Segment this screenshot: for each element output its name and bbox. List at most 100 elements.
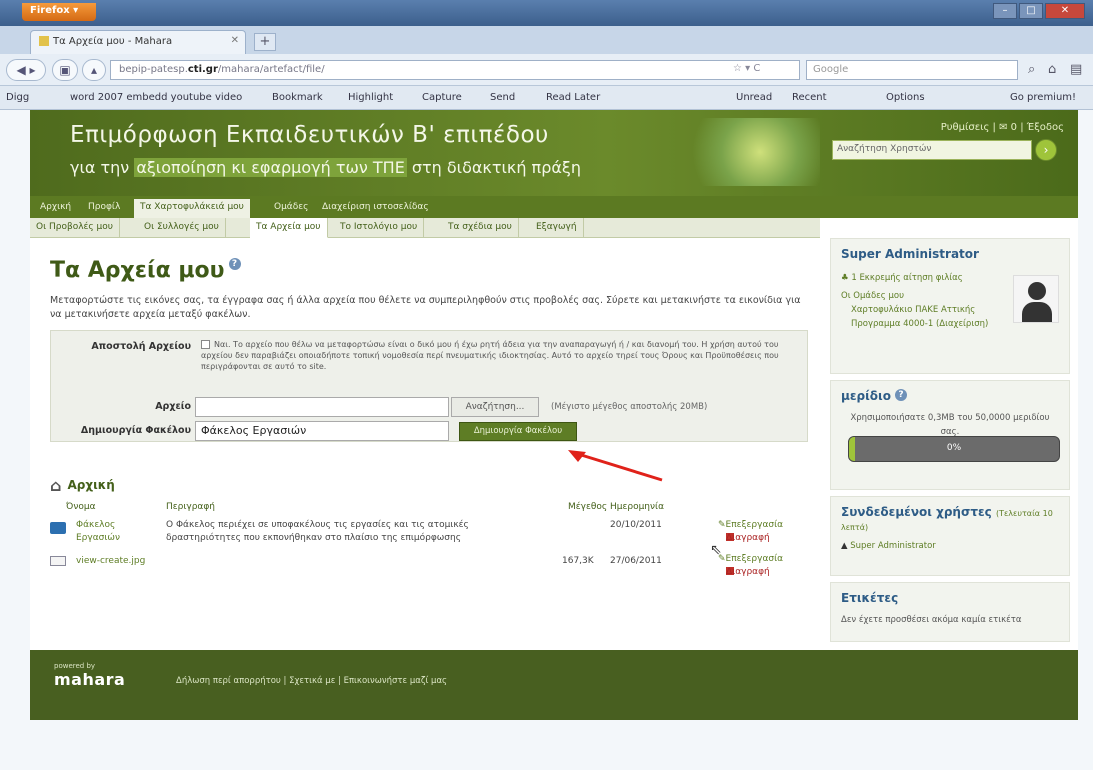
- row-name-line2[interactable]: Εργασιών: [76, 533, 120, 543]
- upload-label: Αποστολή Αρχείου: [91, 341, 191, 352]
- bookmark-read-later[interactable]: Read Later: [546, 92, 600, 103]
- edit-label: Επεξεργασία: [725, 520, 784, 530]
- footer-links[interactable]: Δήλωση περί απορρήτου | Σχετικά με | Επι…: [176, 676, 447, 686]
- delete-label: Διαγραφή: [726, 533, 770, 543]
- quota-text: Χρησιμοποιήσατε 0,3MB του 50,0000 μεριδί…: [850, 413, 1050, 437]
- mahara-logo[interactable]: powered by mahara: [54, 662, 125, 689]
- new-tab-button[interactable]: +: [254, 33, 276, 51]
- online-title-text: Συνδεδεμένοι χρήστες: [841, 505, 992, 519]
- subnav-blog[interactable]: Το Ιστολόγιο μου: [334, 218, 425, 238]
- license-notice-text: Ναι. Το αρχείο που θέλω να μεταφορτώσω ε…: [201, 340, 779, 371]
- bookmark-word-video[interactable]: word 2007 embedd youtube video: [70, 92, 242, 103]
- bookmark-recent[interactable]: Recent: [792, 92, 827, 103]
- favicon-icon: [39, 36, 49, 46]
- nav-groups[interactable]: Ομάδες: [268, 199, 314, 218]
- search-go-icon[interactable]: ›: [1035, 139, 1057, 161]
- avatar[interactable]: [1013, 275, 1059, 323]
- subnav-views[interactable]: Οι Προβολές μου: [30, 218, 121, 238]
- reload-icon[interactable]: ☆ ▾ C: [733, 63, 760, 74]
- tags-block: Ετικέτες Δεν έχετε προσθέσει ακόμα καμία…: [830, 582, 1070, 642]
- subnav-plans[interactable]: Τα σχέδια μου: [442, 218, 519, 238]
- folder-name-input[interactable]: Φάκελος Εργασιών: [195, 421, 449, 441]
- subnav-export[interactable]: Εξαγωγή: [530, 218, 584, 238]
- close-window-icon[interactable]: ✕: [1045, 3, 1085, 19]
- col-date[interactable]: Ημερομηνία: [610, 502, 664, 512]
- create-folder-button[interactable]: Δημιουργία Φακέλου: [459, 422, 577, 441]
- tab-close-icon[interactable]: ✕: [231, 35, 239, 46]
- group-item[interactable]: Χαρτοφυλάκιο ΠΑΚΕ Αττικής Προγραμμα 4000…: [841, 303, 1011, 331]
- col-name[interactable]: Όνομα: [66, 502, 96, 512]
- main-navigation: Αρχική Προφίλ Τα Χαρτοφυλάκειά μου Ομάδε…: [30, 196, 1078, 218]
- license-notice: Ναι. Το αρχείο που θέλω να μεταφορτώσω ε…: [201, 339, 801, 372]
- row-name-line1[interactable]: Φάκελος: [76, 520, 115, 530]
- browser-search-input[interactable]: Google: [806, 60, 1018, 80]
- site-title: Επιμόρφωση Εκπαιδευτικών Β' επιπέδου: [70, 122, 549, 148]
- bookmark-digg[interactable]: Digg: [6, 92, 29, 103]
- home-icon: ⌂: [50, 476, 62, 495]
- nav-home[interactable]: Αρχική: [34, 199, 77, 218]
- subtitle-pre: για την: [70, 158, 135, 177]
- online-users-block: Συνδεδεμένοι χρήστες (Τελευταία 10 λεπτά…: [830, 496, 1070, 576]
- bookmark-send[interactable]: Send: [490, 92, 515, 103]
- bookmark-unread[interactable]: Unread: [736, 92, 772, 103]
- intro-text: Μεταφορτώστε τις εικόνες σας, τα έγγραφα…: [50, 295, 801, 320]
- quota-title: μερίδιο?: [841, 389, 1059, 403]
- minimize-icon[interactable]: –: [993, 3, 1017, 19]
- bookmark-highlight[interactable]: Highlight: [348, 92, 393, 103]
- quota-title-text: μερίδιο: [841, 389, 891, 403]
- nav-portfolio[interactable]: Τα Χαρτοφυλάκειά μου: [134, 199, 250, 218]
- maximize-icon[interactable]: □: [1019, 3, 1043, 19]
- search-icon[interactable]: ⌕: [1028, 62, 1035, 77]
- bookmarks-icon[interactable]: ▤: [1070, 62, 1082, 77]
- browse-button[interactable]: Αναζήτηση...: [451, 397, 539, 417]
- my-groups-link[interactable]: Οι Ομάδες μου: [841, 289, 1001, 303]
- edit-label: Επεξεργασία: [725, 554, 784, 564]
- create-folder-label: Δημιουργία Φακέλου: [80, 425, 191, 436]
- nav-site-admin[interactable]: Διαχείριση ιστοσελίδας: [316, 199, 435, 218]
- nav-profile[interactable]: Προφίλ: [82, 199, 126, 218]
- firefox-menu-button[interactable]: Firefox ▾: [22, 3, 96, 21]
- col-size[interactable]: Μέγεθος: [568, 502, 607, 512]
- back-button[interactable]: ◀ ▸: [6, 59, 46, 81]
- identity-icon[interactable]: ▴: [82, 59, 106, 81]
- logo-text: mahara: [54, 670, 126, 689]
- breadcrumb-home[interactable]: Αρχική: [67, 478, 114, 492]
- help-icon[interactable]: ?: [228, 258, 241, 270]
- pending-label: 1 Εκκρεμής αίτηση φιλίας: [851, 273, 963, 283]
- bookmarks-toolbar: Digg word 2007 embedd youtube video Book…: [0, 86, 1093, 110]
- home-icon[interactable]: ⌂: [1048, 62, 1056, 77]
- tags-title: Ετικέτες: [841, 591, 899, 605]
- bookmark-capture[interactable]: Capture: [422, 92, 462, 103]
- license-checkbox[interactable]: [201, 340, 210, 349]
- bookmark-go-premium[interactable]: Go premium!: [1010, 92, 1076, 103]
- file-input[interactable]: [195, 397, 449, 417]
- row-name-line1[interactable]: view-create.jpg: [76, 556, 145, 566]
- user-search-placeholder: Αναζήτηση Χρηστών: [837, 144, 932, 154]
- subnav-collections[interactable]: Οι Συλλογές μου: [138, 218, 226, 238]
- subtitle-highlight: αξιοποίηση κι εφαρμογή των ΤΠΕ: [134, 158, 407, 177]
- upload-form: Αποστολή Αρχείου Ναι. Το αρχείο που θέλω…: [50, 330, 808, 442]
- edit-link[interactable]: ✎ Επεξεργασία: [718, 520, 783, 530]
- window-controls: – □ ✕: [993, 3, 1085, 19]
- bookmark-options[interactable]: Options: [886, 92, 925, 103]
- page-menu-icon[interactable]: ▣: [52, 59, 78, 81]
- tab-title: Τα Αρχεία μου - Mahara: [53, 36, 173, 47]
- url-bar[interactable]: bepip-patesp.cti.gr/mahara/artefact/file…: [110, 60, 800, 80]
- col-description[interactable]: Περιγραφή: [166, 502, 215, 512]
- window-titlebar: Firefox ▾ – □ ✕: [0, 0, 1093, 26]
- site-header: Επιμόρφωση Εκπαιδευτικών Β' επιπέδου για…: [30, 110, 1078, 196]
- subnav-files[interactable]: Τα Αρχεία μου: [250, 218, 328, 238]
- profile-block: Super Administrator ♣ 1 Εκκρεμής αίτηση …: [830, 238, 1070, 374]
- navigation-toolbar: ◀ ▸ ▣ ▴ bepip-patesp.cti.gr/mahara/artef…: [0, 54, 1093, 86]
- row-description-line1: Ο Φάκελος περιέχει σε υποφακέλους τις ερ…: [166, 520, 469, 530]
- profile-name[interactable]: Super Administrator: [841, 247, 1059, 261]
- quota-progress-bar: 0%: [848, 436, 1060, 462]
- user-links[interactable]: Ρυθμίσεις | ✉ 0 | Έξοδος: [941, 122, 1064, 133]
- user-search-input[interactable]: Αναζήτηση Χρηστών: [832, 140, 1032, 160]
- browser-tab[interactable]: Τα Αρχεία μου - Mahara ✕: [30, 30, 246, 54]
- max-size-note: (Μέγιστο μέγεθος αποστολής 20MB): [551, 402, 708, 412]
- page-title: Τα Αρχεία μου?: [50, 258, 241, 283]
- online-user[interactable]: ▲ Super Administrator: [841, 539, 1059, 553]
- bookmark-bookmark[interactable]: Bookmark: [272, 92, 323, 103]
- help-icon[interactable]: ?: [894, 389, 907, 401]
